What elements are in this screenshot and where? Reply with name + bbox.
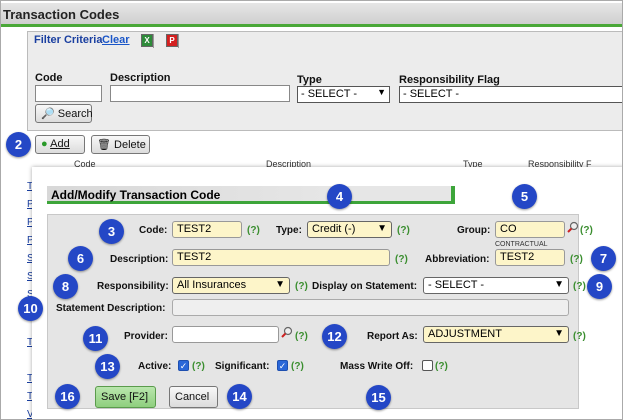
callout-badge: 3 (99, 219, 124, 244)
description-help-icon[interactable]: (?) (395, 254, 408, 265)
code-filter-input[interactable] (35, 85, 102, 102)
search-icon: 🔎 (41, 108, 55, 120)
report-as-select[interactable]: ADJUSTMENT ▼ (423, 326, 569, 343)
mass-write-off-checkbox[interactable] (422, 360, 433, 371)
code-input[interactable]: TEST2 (172, 221, 242, 238)
display-help-icon[interactable]: (?) (573, 281, 586, 292)
callout-badge: 2 (6, 132, 31, 157)
responsibility-select-value: All Insurances (177, 279, 247, 291)
dialog-title: Add/Modify Transaction Code (47, 186, 455, 204)
abbreviation-label: Abbreviation: (425, 254, 490, 265)
callout-badge: 9 (587, 274, 612, 299)
excel-icon[interactable]: X (141, 34, 153, 47)
chevron-down-icon: ▼ (275, 279, 285, 290)
type-filter-value: - SELECT - (301, 88, 358, 100)
group-input[interactable]: CO (495, 221, 565, 238)
provider-input[interactable] (172, 326, 279, 343)
significant-help-icon[interactable]: (?) (291, 361, 304, 372)
callout-badge: 7 (591, 246, 616, 271)
statement-description-label: Statement Description: (56, 303, 166, 314)
report-as-label: Report As: (367, 331, 418, 342)
active-label: Active: (138, 361, 172, 372)
page-title: Transaction Codes (3, 7, 120, 22)
responsibility-filter-value: - SELECT - (403, 88, 460, 100)
delete-icon: 🗑 (97, 139, 111, 151)
description-input[interactable]: TEST2 (172, 249, 390, 266)
responsibility-filter-label: Responsibility Flag (399, 74, 500, 86)
type-select-value: Credit (-) (312, 223, 356, 235)
chevron-down-icon: ▼ (554, 328, 564, 339)
save-button[interactable]: Save [F2] (95, 386, 156, 408)
callout-badge: 4 (327, 184, 352, 209)
description-filter-input[interactable] (110, 85, 290, 102)
callout-badge: 13 (95, 354, 120, 379)
active-help-icon[interactable]: (?) (192, 361, 205, 372)
add-icon: ● (41, 138, 48, 150)
group-hint: CONTRACTUAL (495, 241, 548, 248)
divider (178, 34, 179, 48)
callout-badge: 12 (322, 324, 347, 349)
responsibility-filter-select[interactable]: - SELECT - (399, 86, 622, 103)
responsibility-select[interactable]: All Insurances ▼ (172, 277, 290, 294)
callout-badge: 6 (68, 246, 93, 271)
magnifier-icon[interactable] (567, 221, 579, 233)
abbreviation-help-icon[interactable]: (?) (570, 254, 583, 265)
add-button-label: Add (50, 138, 70, 150)
description-label: Description: (110, 254, 169, 265)
add-button[interactable]: ● Add (35, 135, 85, 154)
code-label: Code: (139, 225, 167, 236)
code-filter-label: Code (35, 72, 63, 84)
responsibility-label: Responsibility: (97, 281, 169, 292)
type-filter-select[interactable]: - SELECT - ▼ (297, 86, 390, 103)
cancel-button[interactable]: Cancel (169, 386, 218, 408)
report-help-icon[interactable]: (?) (573, 331, 586, 342)
chevron-down-icon: ▼ (554, 279, 564, 290)
provider-help-icon[interactable]: (?) (295, 331, 308, 342)
filter-title: Filter Criteria (34, 34, 103, 46)
description-filter-label: Description (110, 72, 171, 84)
type-help-icon[interactable]: (?) (397, 225, 410, 236)
callout-badge: 5 (512, 184, 537, 209)
callout-badge: 10 (18, 296, 43, 321)
code-help-icon[interactable]: (?) (247, 225, 260, 236)
provider-label: Provider: (124, 331, 168, 342)
group-label: Group: (457, 225, 491, 236)
pdf-icon[interactable]: P (166, 34, 178, 47)
callout-badge: 11 (83, 326, 108, 351)
display-statement-select[interactable]: - SELECT - ▼ (423, 277, 569, 294)
responsibility-help-icon[interactable]: (?) (295, 281, 308, 292)
callout-badge: 14 (227, 384, 252, 409)
type-select[interactable]: Credit (-) ▼ (307, 221, 392, 238)
significant-label: Significant: (215, 361, 270, 372)
type-label: Type: (276, 225, 302, 236)
active-checkbox[interactable]: ✓ (178, 360, 189, 371)
mass-write-off-label: Mass Write Off: (340, 361, 414, 372)
chevron-down-icon: ▼ (377, 223, 387, 234)
search-button-label: Search (57, 108, 93, 120)
callout-badge: 8 (53, 274, 78, 299)
mass-help-icon[interactable]: (?) (435, 361, 448, 372)
page-header: Transaction Codes (1, 3, 622, 27)
delete-button-label: Delete (114, 139, 146, 151)
app-window: Transaction Codes Filter Criteria Clear … (0, 0, 623, 420)
magnifier-icon[interactable] (281, 326, 293, 338)
delete-button[interactable]: 🗑 Delete (91, 135, 150, 154)
report-as-value: ADJUSTMENT (428, 328, 502, 340)
display-statement-value: - SELECT - (428, 279, 485, 291)
callout-badge: 16 (55, 384, 80, 409)
callout-badge: 15 (366, 385, 391, 410)
group-help-icon[interactable]: (?) (580, 225, 593, 236)
clear-link[interactable]: Clear (102, 34, 130, 46)
display-statement-label: Display on Statement: (312, 281, 418, 292)
divider (153, 34, 154, 48)
code-label-text: Code: (139, 225, 168, 236)
chevron-down-icon: ▼ (377, 87, 386, 97)
search-button[interactable]: 🔎 Search (35, 104, 93, 123)
type-filter-label: Type (297, 74, 322, 86)
significant-checkbox[interactable]: ✓ (277, 360, 288, 371)
abbreviation-input[interactable]: TEST2 (495, 249, 565, 266)
statement-description-input[interactable] (172, 299, 569, 316)
